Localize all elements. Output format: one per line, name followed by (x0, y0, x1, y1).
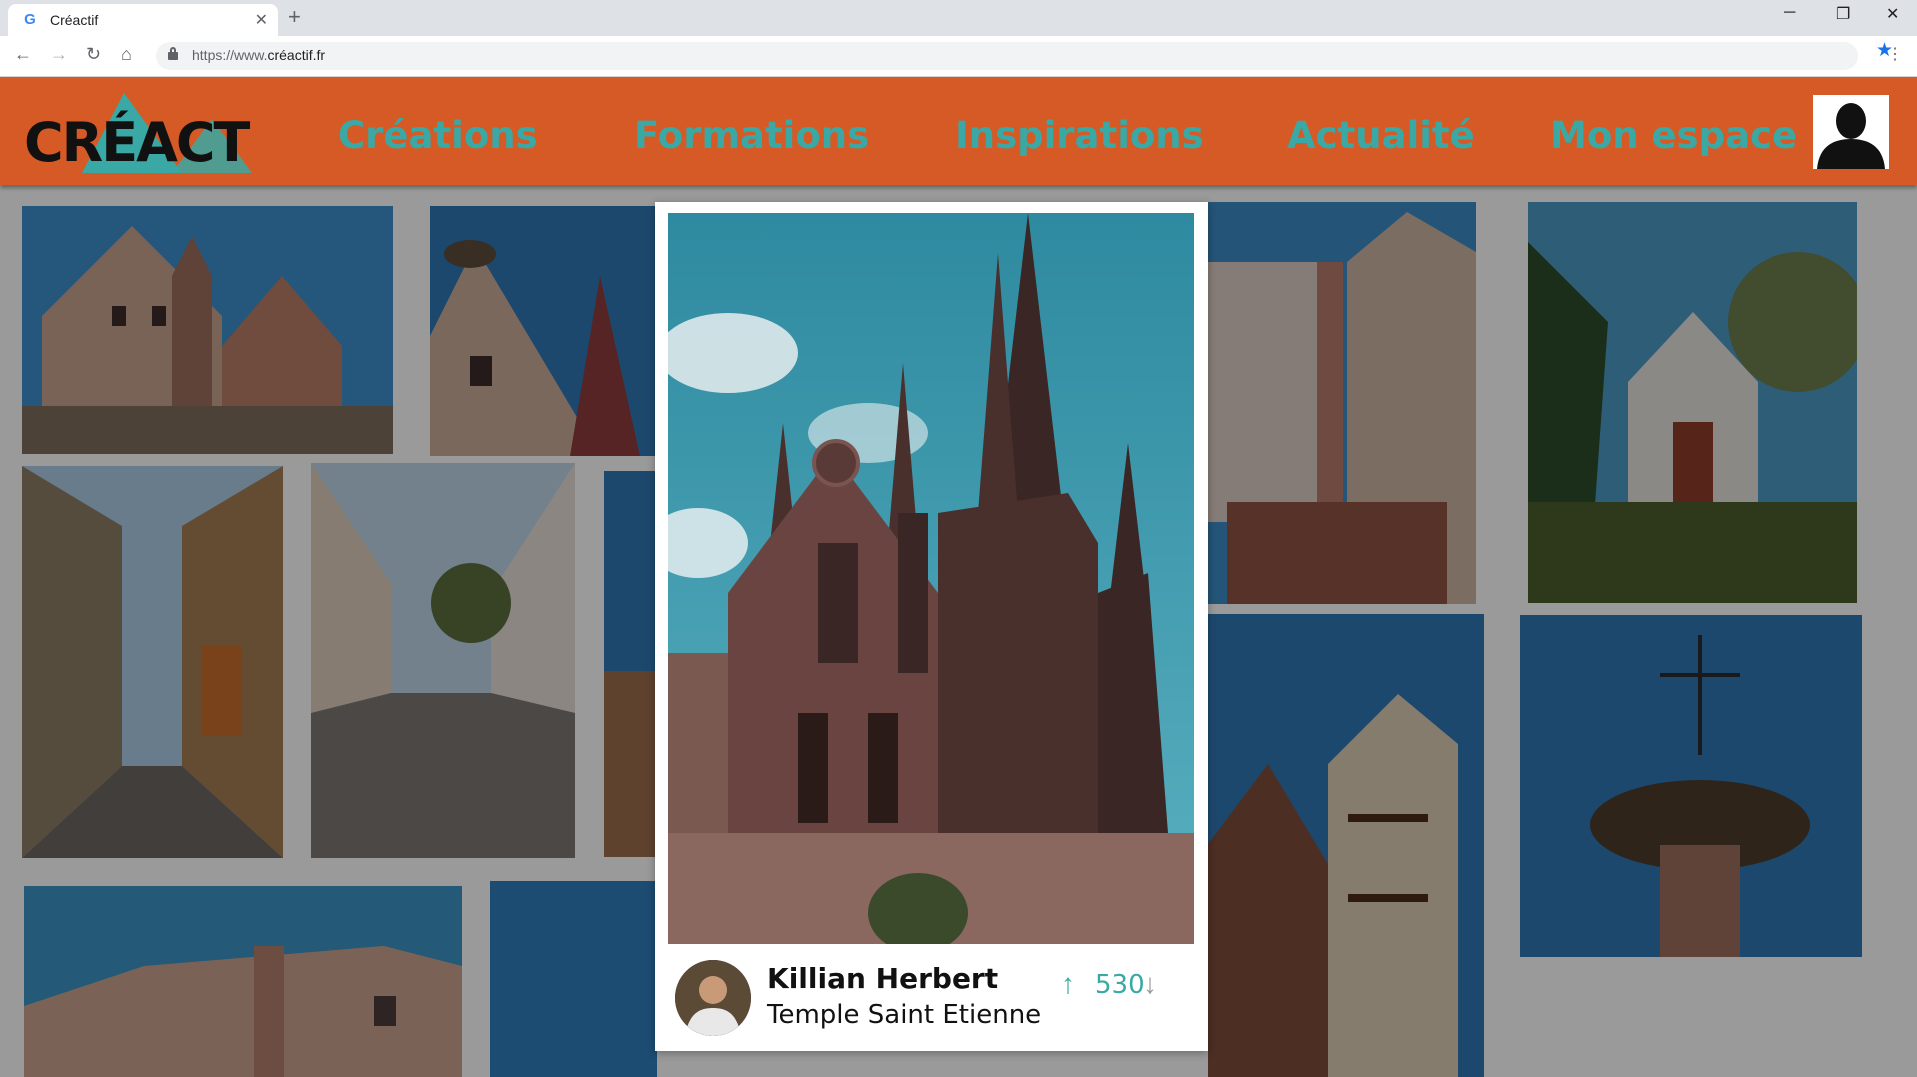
nav-inspirations[interactable]: Inspirations (955, 114, 1204, 157)
gallery-photo-stork-gable[interactable] (430, 206, 655, 456)
downvote-icon[interactable]: ↓ (1143, 968, 1157, 1000)
gallery-photo-old-street[interactable] (22, 466, 283, 858)
google-favicon-icon: G (24, 11, 36, 28)
gallery-photo-fountain-square[interactable] (1207, 202, 1476, 604)
restore-window-icon[interactable]: ❐ (1836, 4, 1850, 24)
forward-arrow-icon[interactable]: → (50, 44, 68, 65)
gallery-photo-statue-building[interactable] (24, 886, 462, 1077)
photo-location: Temple Saint Etienne (767, 1000, 1042, 1030)
nav-mon-espace[interactable]: Mon espace (1550, 114, 1797, 157)
featured-photo-card[interactable]: Killian Herbert Temple Saint Etienne ↑ 5… (655, 202, 1208, 1051)
nav-actualite[interactable]: Actualité (1287, 114, 1475, 157)
gallery-photo-half-timbered[interactable] (1208, 614, 1484, 1077)
gallery-photo-pedestrian-street[interactable] (311, 463, 575, 858)
nav-formations[interactable]: Formations (634, 114, 869, 157)
author-avatar[interactable] (675, 960, 751, 1036)
back-arrow-icon[interactable]: ← (14, 44, 32, 65)
new-tab-button[interactable]: + (288, 4, 301, 30)
user-icon (1813, 95, 1889, 169)
browser-toolbar: ← → ↻ ⌂ https://www.créactif.fr ★ ⋮ (0, 36, 1917, 77)
vote-count: 530 (1095, 970, 1145, 1000)
browser-tab[interactable]: G Créactif ✕ (8, 4, 278, 36)
home-icon[interactable]: ⌂ (121, 44, 132, 65)
user-avatar[interactable] (1813, 95, 1889, 169)
svg-text:CRÉACTIF: CRÉACTIF (24, 111, 252, 173)
gallery-photo-chapel[interactable] (1528, 202, 1857, 603)
upvote-icon[interactable]: ↑ (1061, 968, 1075, 1000)
reload-icon[interactable]: ↻ (86, 44, 101, 65)
gallery-photo-partial[interactable] (604, 471, 656, 857)
gallery-photo-stork-nest[interactable] (1520, 615, 1862, 957)
url-text: https://www.créactif.fr (192, 47, 326, 63)
menu-icon[interactable]: ⋮ (1887, 44, 1903, 64)
featured-photo-temple[interactable] (668, 213, 1194, 944)
tab-title: Créactif (50, 12, 99, 28)
lock-icon (168, 47, 178, 60)
gallery-photo-blue-sky[interactable] (490, 881, 657, 1077)
minimize-window-icon[interactable]: ─ (1784, 4, 1795, 22)
browser-tabstrip: G Créactif ✕ + ─ ❐ ✕ (0, 0, 1917, 36)
author-name[interactable]: Killian Herbert (767, 962, 998, 995)
site-header: CRÉACTIF Créations Formations Inspiratio… (0, 77, 1917, 185)
creactif-logo[interactable]: CRÉACTIF (22, 93, 303, 174)
nav-creations[interactable]: Créations (338, 114, 538, 157)
gallery-photo-eguisheim[interactable] (22, 206, 393, 454)
address-bar[interactable]: https://www.créactif.fr (156, 42, 1858, 70)
tab-close-icon[interactable]: ✕ (255, 10, 268, 30)
close-window-icon[interactable]: ✕ (1886, 4, 1899, 24)
